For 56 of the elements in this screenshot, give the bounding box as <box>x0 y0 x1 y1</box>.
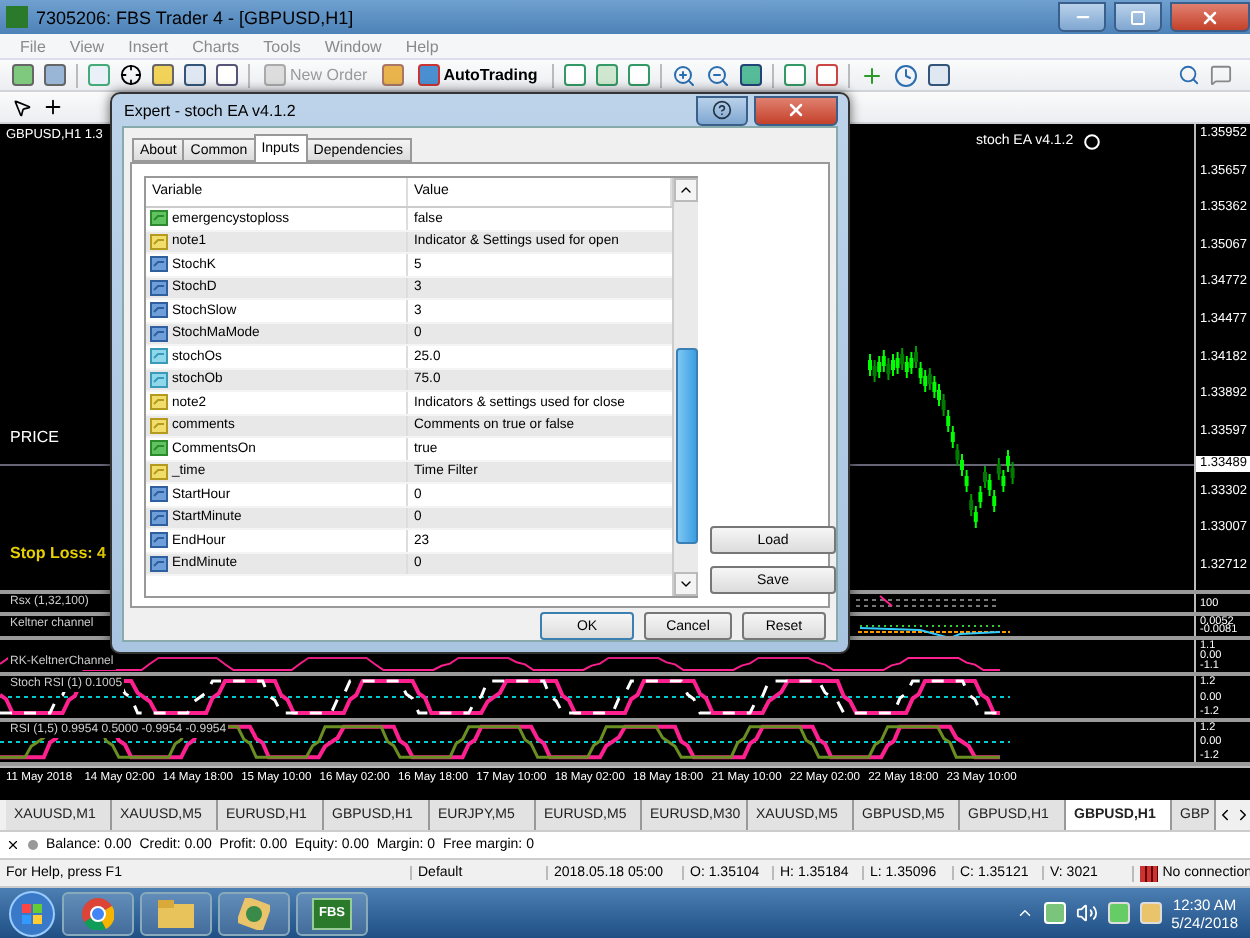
taskbar-button[interactable] <box>140 891 212 935</box>
parameter-type-icon <box>150 210 168 227</box>
parameter-type-icon <box>150 555 168 572</box>
folder-icon <box>158 899 194 927</box>
parameter-type-icon <box>150 325 168 342</box>
parameter-type-icon <box>150 486 168 503</box>
parameter-type-icon <box>150 371 168 388</box>
parameter-type-icon <box>150 256 168 273</box>
scroll-up-button[interactable] <box>674 178 698 202</box>
periods-icon[interactable] <box>893 63 918 87</box>
parameter-type-icon <box>150 463 168 480</box>
status-dot-icon <box>28 840 38 850</box>
minimize-button[interactable] <box>1058 2 1106 32</box>
parameter-type-icon <box>150 509 168 526</box>
dialog-title: Expert - stoch EA v4.1.2 <box>122 101 298 119</box>
stop-loss-label: Stop Loss: 4 <box>10 544 107 562</box>
maximize-icon <box>1130 9 1146 25</box>
taskbar-button[interactable] <box>218 891 290 935</box>
help-button[interactable] <box>696 95 748 125</box>
maximize-button[interactable] <box>1114 2 1162 32</box>
close-icon <box>1200 7 1220 27</box>
autotrading-button[interactable]: AutoTrading <box>413 61 542 89</box>
zoom-out-icon[interactable] <box>705 63 730 87</box>
scroll-down-button[interactable] <box>674 572 698 596</box>
price-label: PRICE <box>10 428 59 446</box>
zoom-in-icon[interactable] <box>671 63 696 87</box>
close-button[interactable] <box>1170 2 1250 32</box>
browser-icon <box>82 897 114 929</box>
parameter-type-icon <box>150 348 168 365</box>
start-button[interactable] <box>8 889 56 937</box>
indicators-icon[interactable] <box>859 63 884 87</box>
scroll-left-icon[interactable] <box>1216 806 1234 824</box>
connection-bars-icon <box>1140 865 1159 881</box>
help-icon <box>712 100 732 120</box>
chat-icon[interactable] <box>1210 64 1232 86</box>
parameter-type-icon <box>150 302 168 319</box>
close-icon <box>786 100 806 120</box>
parameter-type-icon <box>150 532 168 549</box>
show-hidden-icons[interactable] <box>1015 904 1034 922</box>
app-icon <box>6 6 28 28</box>
parameter-type-icon <box>150 394 168 411</box>
search-icon[interactable] <box>1178 64 1200 86</box>
dialog-close-button[interactable] <box>754 95 838 125</box>
cursor-icon[interactable] <box>12 97 32 117</box>
window-title: 7305206: FBS Trader 4 - [GBPUSD,H1] <box>36 7 356 27</box>
parameter-type-icon <box>150 279 168 296</box>
close-icon[interactable] <box>6 838 20 852</box>
parameter-type-icon <box>150 233 168 250</box>
volume-icon[interactable] <box>1075 902 1098 924</box>
parameter-type-icon <box>150 417 168 434</box>
scroll-right-icon[interactable] <box>1234 806 1250 824</box>
crosshair-icon[interactable] <box>42 96 64 118</box>
app-icon <box>238 897 270 929</box>
parameter-type-icon <box>150 440 168 457</box>
taskbar-button[interactable] <box>62 891 134 935</box>
scrollbar[interactable] <box>672 178 698 596</box>
